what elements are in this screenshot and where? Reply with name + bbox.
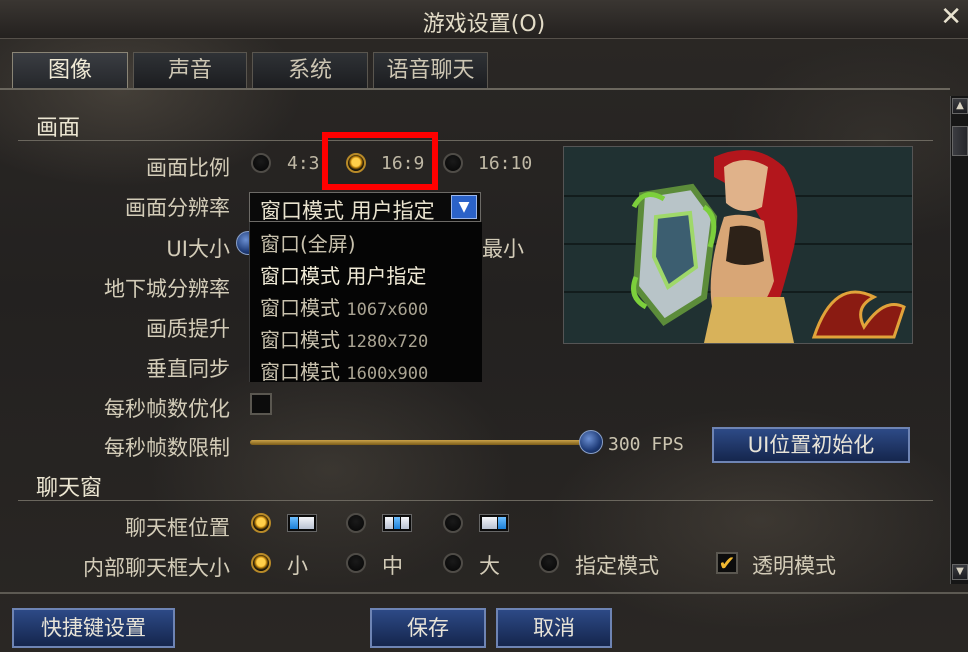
radio-chat-position-3[interactable] xyxy=(443,513,463,533)
tab-image[interactable]: 图像 xyxy=(12,52,128,88)
shortcut-settings-button[interactable]: 快捷键设置 xyxy=(12,608,175,648)
option-text: 窗口模式 xyxy=(260,296,340,320)
save-button[interactable]: 保存 xyxy=(370,608,486,648)
footer-divider xyxy=(0,592,968,594)
fps-limit-value: 300 FPS xyxy=(608,434,684,455)
scroll-down-icon[interactable]: ▼ xyxy=(952,564,968,580)
character-illustration xyxy=(631,149,906,343)
option-text: 窗口(全屏) xyxy=(260,232,356,256)
tab-system[interactable]: 系统 xyxy=(252,52,368,88)
option-resolution: 1600x900 xyxy=(346,364,429,384)
dropdown-option[interactable]: 窗口模式 1280x720 xyxy=(260,324,428,353)
radio-chat-position-2[interactable] xyxy=(346,513,366,533)
ui-preview-image xyxy=(563,146,913,344)
dungeon-resolution-label: 地下城分辨率 xyxy=(104,277,230,301)
radio-chat-size-custom[interactable] xyxy=(539,553,559,573)
fps-optimize-label: 每秒帧数优化 xyxy=(104,397,230,421)
tab-voice-chat[interactable]: 语音聊天 xyxy=(373,52,488,88)
radio-aspect-4-3-label: 4:3 xyxy=(287,153,320,174)
radio-chat-size-medium[interactable] xyxy=(346,553,366,573)
fps-limit-label: 每秒帧数限制 xyxy=(104,436,230,460)
radio-aspect-16-10[interactable] xyxy=(443,153,463,173)
scrollbar-thumb[interactable] xyxy=(952,126,968,156)
highlight-box xyxy=(322,132,438,190)
option-text: 窗口模式 用户指定 xyxy=(260,264,427,288)
aspect-ratio-label: 画面比例 xyxy=(146,156,230,180)
dropdown-option[interactable]: 窗口模式 用户指定 xyxy=(260,260,426,289)
quality-boost-label: 画质提升 xyxy=(146,317,230,341)
section-title-screen: 画面 xyxy=(36,116,81,141)
cancel-button[interactable]: 取消 xyxy=(496,608,612,648)
chevron-down-icon[interactable]: ▼ xyxy=(451,195,477,219)
section-title-chat: 聊天窗 xyxy=(36,476,103,501)
close-icon[interactable]: ✕ xyxy=(940,4,962,30)
radio-aspect-4-3[interactable] xyxy=(251,153,271,173)
fps-limit-slider-track[interactable] xyxy=(250,440,590,445)
tab-divider xyxy=(0,88,950,90)
ui-size-label: UI大小 xyxy=(166,237,230,261)
radio-chat-size-small-label: 小 xyxy=(287,554,308,578)
ui-size-min-label: 最小 xyxy=(482,237,524,261)
chat-inner-size-label: 内部聊天框大小 xyxy=(83,556,230,580)
option-text: 窗口模式 xyxy=(260,328,340,352)
resolution-label: 画面分辨率 xyxy=(125,196,230,220)
radio-chat-size-custom-label: 指定模式 xyxy=(575,554,659,578)
transparent-mode-checkbox[interactable]: ✔ xyxy=(716,552,738,574)
option-resolution: 1067x600 xyxy=(346,300,429,320)
section-divider xyxy=(18,500,933,501)
transparent-mode-label: 透明模式 xyxy=(752,554,836,578)
vsync-label: 垂直同步 xyxy=(146,357,230,381)
option-text: 窗口模式 xyxy=(260,360,340,384)
fps-optimize-checkbox[interactable] xyxy=(250,393,272,415)
window-title: 游戏设置(O) xyxy=(422,12,546,37)
chat-position-label: 聊天框位置 xyxy=(125,516,230,540)
radio-chat-size-large-label: 大 xyxy=(479,554,500,578)
tab-sound[interactable]: 声音 xyxy=(133,52,247,88)
option-resolution: 1280x720 xyxy=(346,332,429,352)
chat-layout-right-icon xyxy=(479,514,509,532)
dropdown-option[interactable]: 窗口模式 1067x600 xyxy=(260,292,428,321)
resolution-selected-value: 窗口模式 用户指定 xyxy=(260,199,435,223)
radio-chat-position-1[interactable] xyxy=(251,513,271,533)
radio-chat-size-small[interactable] xyxy=(251,553,271,573)
dropdown-option[interactable]: 窗口模式 1600x900 xyxy=(260,356,428,385)
scroll-up-icon[interactable]: ▲ xyxy=(952,98,968,114)
radio-chat-size-medium-label: 中 xyxy=(382,554,403,578)
scrollbar[interactable]: ▲ ▼ xyxy=(950,96,968,584)
title-bar[interactable]: 游戏设置(O) ✕ xyxy=(0,0,968,39)
resolution-dropdown-list: 窗口(全屏) 窗口模式 用户指定 窗口模式 1067x600 窗口模式 1280… xyxy=(249,222,482,385)
radio-aspect-16-10-label: 16:10 xyxy=(478,153,533,174)
dropdown-option[interactable]: 窗口(全屏) xyxy=(260,228,356,257)
ui-reset-button[interactable]: UI位置初始化 xyxy=(712,427,910,463)
radio-chat-size-large[interactable] xyxy=(443,553,463,573)
chat-layout-center-icon xyxy=(382,514,412,532)
resolution-select[interactable]: 窗口模式 用户指定 ▼ xyxy=(249,192,481,223)
chat-layout-left-icon xyxy=(287,514,317,532)
fps-limit-slider-knob[interactable] xyxy=(579,430,603,454)
section-divider xyxy=(18,140,933,141)
